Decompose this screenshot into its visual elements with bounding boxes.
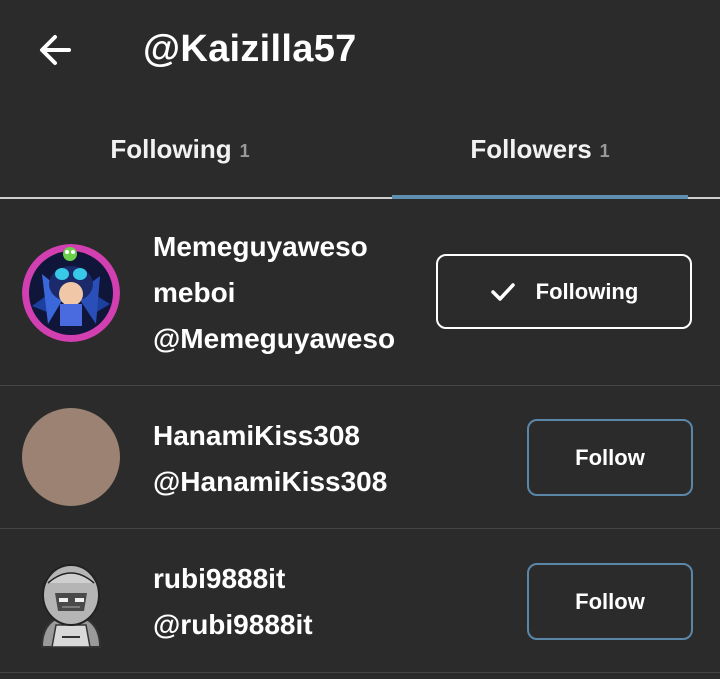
check-icon	[490, 282, 515, 301]
follow-button[interactable]: Follow	[527, 563, 693, 640]
follow-button-label: Follow	[575, 588, 645, 614]
following-button[interactable]: Following	[436, 254, 692, 329]
user-handle: @rubi9888it	[153, 609, 313, 640]
page-title: @Kaizilla57	[143, 28, 357, 70]
tab-following-count: 1	[239, 140, 250, 161]
back-button[interactable]	[30, 25, 80, 75]
tab-followers-count: 1	[599, 140, 610, 161]
avatar[interactable]	[22, 555, 120, 653]
user-display-name: HanamiKiss308	[153, 420, 361, 451]
avatar[interactable]	[22, 244, 120, 342]
avatar-image	[22, 244, 120, 342]
avatar[interactable]	[22, 408, 120, 506]
user-info: rubi9888it @rubi9888it	[153, 556, 411, 648]
tab-bar: Following 1 Followers 1	[0, 100, 720, 198]
user-display-name-continued: meboi	[153, 277, 236, 308]
arrow-left-icon	[40, 35, 71, 65]
user-info: Memeguyaweso meboi @Memeguyaweso	[153, 224, 411, 362]
follow-button[interactable]: Follow	[527, 419, 693, 496]
tab-following[interactable]: Following 1	[0, 100, 360, 198]
tab-followers-label: Followers	[470, 133, 592, 164]
following-button-label: Following	[535, 278, 639, 304]
tab-following-label: Following	[110, 133, 232, 164]
user-info: HanamiKiss308 @HanamiKiss308	[153, 413, 411, 505]
follow-button-label: Follow	[575, 444, 645, 470]
user-display-name: Memeguyaweso	[153, 231, 368, 262]
avatar-image	[40, 564, 102, 648]
user-handle: @Memeguyaweso	[153, 323, 396, 354]
user-display-name: rubi9888it	[153, 563, 286, 594]
top-bar: @Kaizilla57	[0, 0, 720, 100]
user-handle: @HanamiKiss308	[153, 466, 388, 497]
tab-followers[interactable]: Followers 1	[360, 100, 720, 198]
row-divider	[0, 672, 720, 673]
